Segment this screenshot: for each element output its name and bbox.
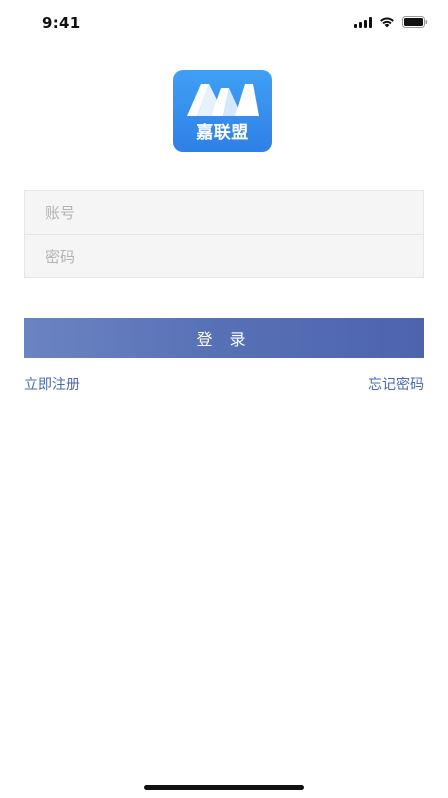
account-input[interactable] (25, 191, 423, 234)
register-link[interactable]: 立即注册 (24, 374, 80, 394)
home-indicator[interactable] (144, 785, 304, 790)
login-button[interactable]: 登 录 (24, 318, 424, 358)
status-icons (354, 15, 428, 29)
cellular-signal-icon (354, 16, 372, 28)
battery-icon (402, 16, 428, 28)
wifi-icon (379, 16, 395, 28)
status-bar: 9:41 (0, 0, 448, 44)
password-input[interactable] (25, 235, 423, 278)
status-time: 9:41 (42, 14, 81, 32)
forgot-password-link[interactable]: 忘记密码 (368, 374, 424, 394)
login-form (24, 190, 424, 278)
app-logo: 嘉联盟 (173, 70, 272, 152)
logo-text: 嘉联盟 (196, 123, 249, 143)
